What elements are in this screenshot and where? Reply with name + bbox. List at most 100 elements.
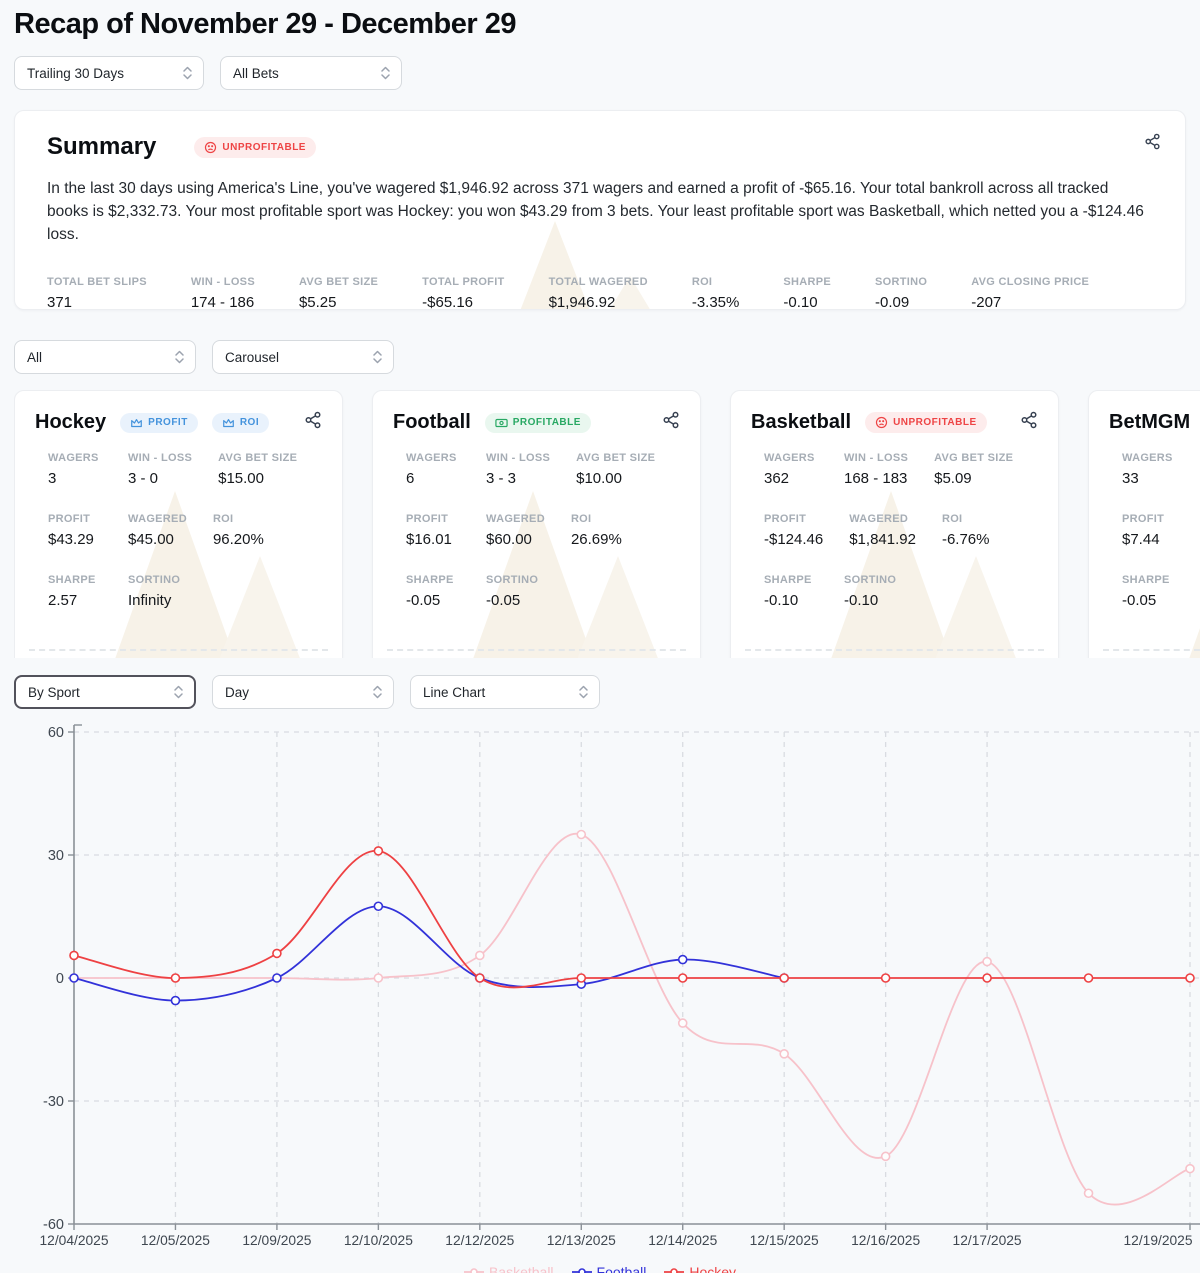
stat-profit: PROFIT-$124.46 <box>764 513 823 548</box>
stat-profit: PROFIT$16.01 <box>406 513 460 548</box>
sport-card-title: Basketball <box>751 411 851 434</box>
svg-text:12/19/2025: 12/19/2025 <box>1123 1233 1192 1248</box>
sport-card-stats: WAGERS362 WIN - LOSS168 - 183 AVG BET SIZE… <box>751 434 1038 609</box>
svg-text:-30: -30 <box>43 1094 64 1110</box>
bet-type-select[interactable]: All Bets <box>220 56 402 90</box>
stat-wagered: WAGERED$1,841.92 <box>849 513 916 548</box>
chart-type-select[interactable]: Line Chart <box>410 675 600 709</box>
unprofitable-badge: UNPROFITABLE <box>865 412 987 433</box>
stat-win-loss: WIN - LOSS168 - 183 <box>844 452 908 487</box>
card-divider <box>29 649 328 651</box>
stat-sortino: SORTINOInfinity <box>128 574 182 609</box>
stat-sortino: SORTINO-0.10 <box>844 574 898 609</box>
stat-sharpe: SHARPE-0.05 <box>1122 574 1176 609</box>
sport-card-title: BetMGM <box>1109 411 1190 434</box>
svg-text:-60: -60 <box>43 1217 64 1233</box>
legend-item-basketball[interactable]: Basketball <box>464 1264 554 1273</box>
stat-wagers: WAGERS6 <box>406 452 460 487</box>
stat-avg-bet-size: AVG BET SIZE$15.00 <box>218 452 297 487</box>
stat-total-wagered: TOTAL WAGERED$1,946.92 <box>549 276 648 310</box>
sport-card-stats: WAGERS33WIN - LOSS PROFIT$7.44WAGERED$ S… <box>1109 434 1200 609</box>
crown-icon <box>130 417 143 429</box>
stat-sharpe: SHARPE-0.10 <box>783 276 831 310</box>
summary-title: Summary <box>47 133 156 161</box>
unprofitable-badge-label: UNPROFITABLE <box>222 142 306 153</box>
summary-card: Summary UNPROFITABLE In the last 30 days… <box>14 110 1186 310</box>
summary-description: In the last 30 days using America's Line… <box>47 177 1153 246</box>
sport-card-betmgm: BetMGM WAGERS33WIN - LOSS PROFIT$7.44WAG… <box>1088 390 1200 658</box>
legend-marker-icon <box>664 1267 684 1273</box>
svg-text:12/16/2025: 12/16/2025 <box>851 1233 920 1248</box>
chart-type-select-value: Line Chart <box>423 685 485 700</box>
chevron-updown-icon <box>182 65 193 81</box>
stat-sharpe: SHARPE-0.10 <box>764 574 818 609</box>
sport-card-header: Football PROFITABLE <box>393 411 680 434</box>
sport-card-hockey: HockeyPROFITROI WAGERS3 WIN - LOSS3 - 0 AV… <box>14 390 343 658</box>
sport-card-football: Football PROFITABLE WAGERS6 WIN - LOSS3 - … <box>372 390 701 658</box>
scope-select[interactable]: All <box>14 340 196 374</box>
chevron-updown-icon <box>372 684 383 700</box>
profit-badge: PROFIT <box>120 413 198 433</box>
svg-text:12/17/2025: 12/17/2025 <box>953 1233 1022 1248</box>
svg-text:0: 0 <box>56 971 64 987</box>
chart-canvas: 60300-30-6012/04/202512/05/202512/09/202… <box>14 723 1200 1251</box>
legend-item-hockey[interactable]: Hockey <box>664 1264 736 1273</box>
top-filter-row: Trailing 30 Days All Bets <box>14 56 1186 90</box>
interval-select-value: Day <box>225 685 249 700</box>
sport-card-header: HockeyPROFITROI <box>35 411 322 434</box>
period-select-value: Trailing 30 Days <box>27 66 124 81</box>
stat-avg-bet-size: AVG BET SIZE$5.09 <box>934 452 1013 487</box>
stat-sharpe: SHARPE-0.05 <box>406 574 460 609</box>
svg-text:12/10/2025: 12/10/2025 <box>344 1233 413 1248</box>
summary-header: Summary UNPROFITABLE <box>47 133 1153 161</box>
bet-type-select-value: All Bets <box>233 66 279 81</box>
chevron-updown-icon <box>578 684 589 700</box>
crown-icon <box>222 417 235 429</box>
banknote-icon <box>495 417 508 429</box>
sport-card-header: Basketball UNPROFITABLE <box>751 411 1038 434</box>
unprofitable-badge: UNPROFITABLE <box>194 137 316 158</box>
sport-card-stats: WAGERS6 WIN - LOSS3 - 3 AVG BET SIZE$10.00… <box>393 434 680 609</box>
chevron-updown-icon <box>372 349 383 365</box>
period-select[interactable]: Trailing 30 Days <box>14 56 204 90</box>
legend-item-football[interactable]: Football <box>572 1264 647 1273</box>
stat-avg-closing-price: AVG CLOSING PRICE-207 <box>971 276 1089 310</box>
stat-win-loss: WIN - LOSS3 - 0 <box>128 452 192 487</box>
legend-marker-icon <box>464 1267 484 1273</box>
legend-label: Basketball <box>489 1264 554 1273</box>
frown-icon <box>204 141 217 154</box>
stat-profit: PROFIT$43.29 <box>48 513 102 548</box>
sport-card-carousel: HockeyPROFITROI WAGERS3 WIN - LOSS3 - 0 AV… <box>14 390 1200 658</box>
stat-win-loss: WIN - LOSS174 - 186 <box>191 276 255 310</box>
legend-marker-icon <box>572 1267 592 1273</box>
card-divider <box>387 649 686 651</box>
sport-card-title: Football <box>393 411 471 434</box>
stat-profit: PROFIT$7.44 <box>1122 513 1176 548</box>
layout-select-value: Carousel <box>225 350 279 365</box>
card-divider <box>745 649 1044 651</box>
stat-wagers: WAGERS3 <box>48 452 102 487</box>
svg-text:12/12/2025: 12/12/2025 <box>445 1233 514 1248</box>
stat-wagers: WAGERS362 <box>764 452 818 487</box>
stat-wagered: WAGERED$45.00 <box>128 513 187 548</box>
layout-select[interactable]: Carousel <box>212 340 394 374</box>
stat-roi: ROI96.20% <box>213 513 267 548</box>
chart-filter-row: By Sport Day Line Chart <box>14 675 1186 709</box>
sport-card-header: BetMGM <box>1109 411 1200 434</box>
chevron-updown-icon <box>174 349 185 365</box>
page-title: Recap of November 29 - December 29 <box>14 8 1186 41</box>
chart-legend: Basketball Football Hockey <box>14 1264 1186 1273</box>
stat-win-loss: WIN - LOSS3 - 3 <box>486 452 550 487</box>
scope-select-value: All <box>27 350 42 365</box>
svg-text:30: 30 <box>48 848 64 864</box>
interval-select[interactable]: Day <box>212 675 394 709</box>
profitable-badge: PROFITABLE <box>485 413 591 433</box>
group-by-select-value: By Sport <box>28 685 80 700</box>
stat-avg-bet-size: AVG BET SIZE$10.00 <box>576 452 655 487</box>
svg-text:12/14/2025: 12/14/2025 <box>648 1233 717 1248</box>
svg-text:60: 60 <box>48 725 64 741</box>
group-by-select[interactable]: By Sport <box>14 675 196 709</box>
frown-icon <box>875 416 888 429</box>
stat-wagers: WAGERS33 <box>1122 452 1176 487</box>
card-divider <box>1103 649 1200 651</box>
